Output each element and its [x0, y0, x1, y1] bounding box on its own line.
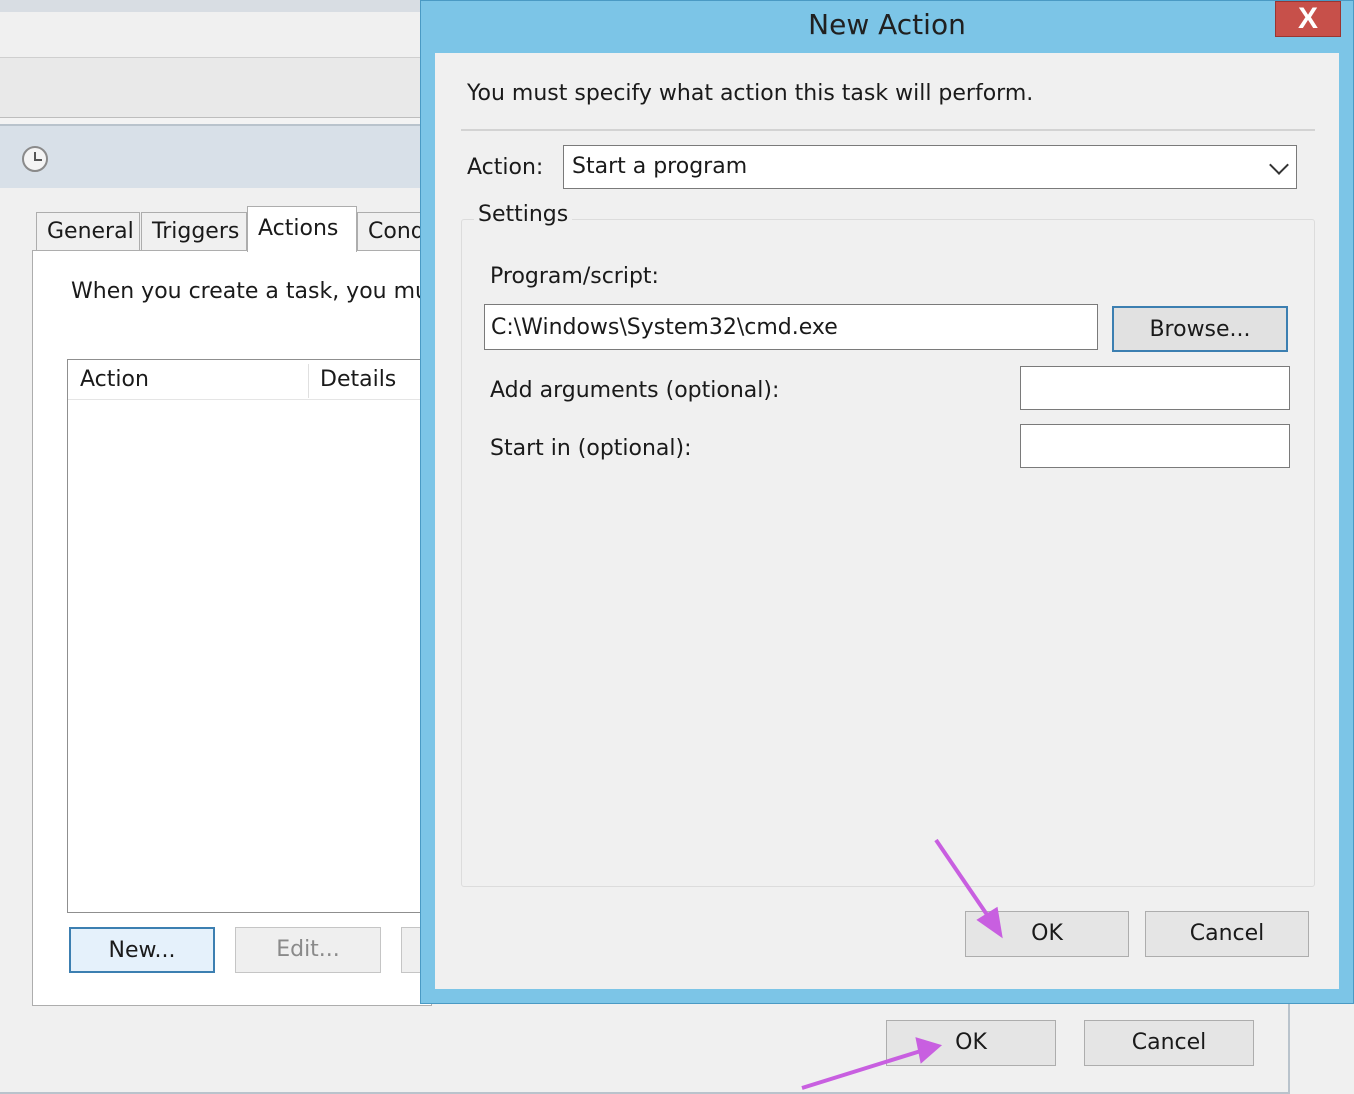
- clock-icon: [22, 146, 48, 172]
- program-script-label: Program/script:: [490, 264, 659, 289]
- dialog-body: You must specify what action this task w…: [435, 53, 1339, 989]
- dialog-cancel-button[interactable]: Cancel: [1145, 911, 1309, 957]
- background-window-strip: [0, 58, 422, 118]
- browse-button[interactable]: Browse...: [1112, 306, 1288, 352]
- actions-tab-panel: When you create a task, you mus Action D…: [32, 250, 447, 1006]
- settings-legend: Settings: [474, 202, 573, 227]
- background-window-toolbar: [0, 12, 422, 58]
- tab-triggers[interactable]: Triggers: [141, 212, 247, 250]
- start-in-input[interactable]: [1020, 424, 1290, 468]
- action-label: Action:: [467, 155, 544, 180]
- tab-general[interactable]: General: [36, 212, 140, 250]
- task-cancel-button[interactable]: Cancel: [1084, 1020, 1254, 1066]
- settings-group: Settings Program/script: Browse... Add a…: [461, 202, 1315, 887]
- task-ok-button[interactable]: OK: [886, 1020, 1056, 1066]
- dialog-ok-button[interactable]: OK: [965, 911, 1129, 957]
- tab-conditions[interactable]: Cond: [357, 212, 427, 250]
- program-script-input[interactable]: [484, 304, 1098, 350]
- add-arguments-label: Add arguments (optional):: [490, 378, 780, 403]
- dialog-title: New Action: [808, 8, 966, 41]
- start-in-label: Start in (optional):: [490, 436, 692, 461]
- actions-list[interactable]: Action Details: [67, 359, 447, 913]
- chevron-down-icon[interactable]: [1269, 155, 1289, 175]
- actions-list-header: Action Details: [68, 360, 446, 400]
- column-header-action[interactable]: Action: [68, 360, 308, 400]
- edit-action-button[interactable]: Edit...: [235, 927, 381, 973]
- dialog-instructions: You must specify what action this task w…: [467, 81, 1034, 106]
- tab-actions[interactable]: Actions: [247, 206, 357, 252]
- separator: [461, 129, 1315, 131]
- action-dropdown-value: Start a program: [572, 154, 748, 179]
- add-arguments-input[interactable]: [1020, 366, 1290, 410]
- new-action-button[interactable]: New...: [69, 927, 215, 973]
- background-window-edge: [0, 0, 422, 12]
- action-dropdown[interactable]: Start a program: [563, 145, 1297, 189]
- actions-tab-description: When you create a task, you mus: [71, 279, 441, 304]
- close-button[interactable]: X: [1275, 1, 1341, 37]
- new-action-dialog: New Action X You must specify what actio…: [420, 0, 1354, 1004]
